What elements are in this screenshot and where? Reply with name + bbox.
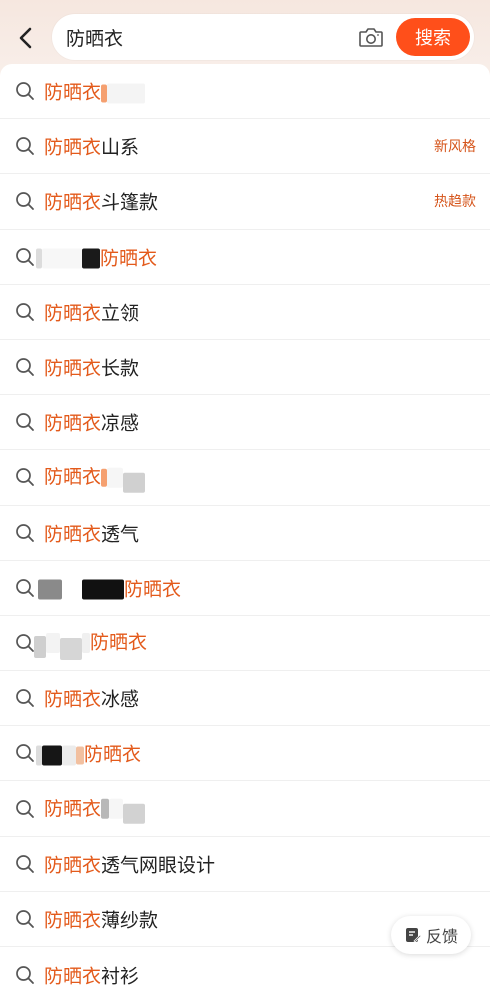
suggestion-suffix: 立领 [101, 302, 140, 325]
search-icon [16, 744, 34, 763]
suggestion-keyword: 防晒衣 [44, 81, 102, 104]
suggestion-suffix: 山系 [101, 136, 140, 159]
suggestion-keyword: 防晒衣 [124, 578, 182, 601]
search-icon [16, 192, 34, 211]
search-icon [16, 578, 34, 597]
suggestion-keyword: 防晒衣 [44, 909, 102, 932]
suggestion-keyword: 防晒衣 [44, 357, 102, 380]
search-icon [16, 137, 34, 156]
suggestion-suffix: 薄纱款 [101, 909, 159, 932]
suggestion-item[interactable]: 防晒衣 [0, 230, 490, 285]
redacted-text [82, 632, 90, 653]
suggestion-item[interactable]: 防晒衣凉感 [0, 395, 490, 451]
suggestion-item[interactable]: 防晒衣冰感 [0, 671, 490, 727]
suggestion-suffix: 透气网眼设计 [101, 854, 216, 877]
search-icon [16, 82, 34, 100]
search-header: 搜索 [0, 0, 490, 70]
suggestion-keyword: 防晒衣 [100, 247, 158, 270]
redacted-text [38, 579, 62, 600]
suggestion-item[interactable]: 防晒衣 [0, 781, 490, 837]
search-icon [16, 910, 34, 928]
suggestion-item[interactable]: 防晒衣斗篷款 热趋款 [0, 174, 490, 230]
suggestion-item[interactable]: 防晒衣 [0, 450, 490, 506]
suggestion-item[interactable]: 防晒衣立领 [0, 285, 490, 340]
search-icon [16, 523, 34, 542]
redacted-text [123, 472, 146, 493]
suggestion-keyword: 防晒衣 [44, 688, 102, 711]
trend-tag: 新风格 [434, 139, 476, 156]
suggestion-suffix: 凉感 [101, 412, 140, 435]
redacted-text [82, 579, 124, 600]
redacted-text [82, 248, 100, 269]
redacted-text [42, 248, 82, 269]
search-icon [16, 247, 34, 266]
suggestion-item[interactable]: 防晒衣山系 新风格 [0, 119, 490, 175]
suggestion-keyword: 防晒衣 [44, 466, 102, 489]
redacted-text [109, 798, 124, 819]
redacted-text [34, 635, 46, 658]
suggestion-item[interactable]: 防晒衣长款 [0, 340, 490, 396]
search-box: 搜索 [52, 14, 474, 60]
search-button[interactable]: 搜索 [396, 18, 470, 56]
suggestion-suffix: 冰感 [101, 688, 140, 711]
search-icon [16, 854, 34, 873]
suggestion-item[interactable]: 防晒衣 [0, 64, 490, 120]
search-icon [16, 358, 34, 376]
search-icon [16, 413, 34, 432]
suggestion-item[interactable]: 防晒衣透气网眼设计 [0, 837, 490, 892]
feedback-button[interactable]: 反馈 [391, 916, 471, 954]
suggestion-keyword: 防晒衣 [44, 191, 102, 214]
suggestion-list: 防晒衣 防晒衣山系 新风格 防晒衣斗篷款 热趋款 防晒衣 防晒衣立领 防晒衣长款… [0, 64, 490, 991]
redacted-text [46, 632, 60, 653]
redacted-text [62, 579, 82, 600]
back-button[interactable] [10, 22, 42, 54]
feedback-label: 反馈 [425, 927, 458, 946]
search-icon [16, 634, 34, 652]
suggestion-keyword: 防晒衣 [44, 797, 102, 820]
search-icon [16, 799, 34, 818]
feedback-icon [405, 928, 422, 943]
redacted-text [76, 746, 84, 765]
suggestion-item[interactable]: 防晒衣衬衫 [0, 947, 490, 1002]
search-icon [16, 965, 34, 984]
redacted-text [42, 745, 62, 766]
suggestion-keyword: 防晒衣 [44, 965, 102, 988]
chevron-left-icon [19, 27, 32, 49]
search-icon [16, 468, 34, 487]
suggestion-item[interactable]: 防晒衣 [0, 726, 490, 782]
suggestion-keyword: 防晒衣 [84, 743, 142, 766]
camera-icon [359, 28, 383, 47]
search-input[interactable] [66, 23, 346, 51]
suggestion-keyword: 防晒衣 [44, 302, 102, 325]
camera-button[interactable] [356, 23, 386, 51]
redacted-text [101, 798, 110, 819]
suggestion-keyword: 防晒衣 [44, 854, 102, 877]
suggestion-keyword: 防晒衣 [44, 136, 102, 159]
suggestion-item[interactable]: 防晒衣 [0, 616, 490, 672]
suggestion-keyword: 防晒衣 [44, 523, 102, 546]
suggestion-item[interactable]: 防晒衣透气 [0, 506, 490, 561]
redacted-text [107, 83, 146, 104]
redacted-text [60, 637, 82, 660]
redacted-text [107, 467, 124, 488]
suggestion-suffix: 衬衫 [101, 965, 140, 988]
search-icon [16, 302, 34, 321]
suggestion-item[interactable]: 防晒衣 [0, 561, 490, 616]
suggestion-suffix: 长款 [101, 357, 140, 380]
suggestion-keyword: 防晒衣 [44, 412, 102, 435]
trend-tag: 热趋款 [434, 194, 476, 211]
redacted-text [62, 745, 76, 766]
suggestion-suffix: 斗篷款 [101, 191, 159, 214]
suggestion-keyword: 防晒衣 [90, 631, 148, 654]
search-icon [16, 689, 34, 708]
suggestion-suffix: 透气 [101, 523, 140, 546]
redacted-text [123, 803, 146, 824]
